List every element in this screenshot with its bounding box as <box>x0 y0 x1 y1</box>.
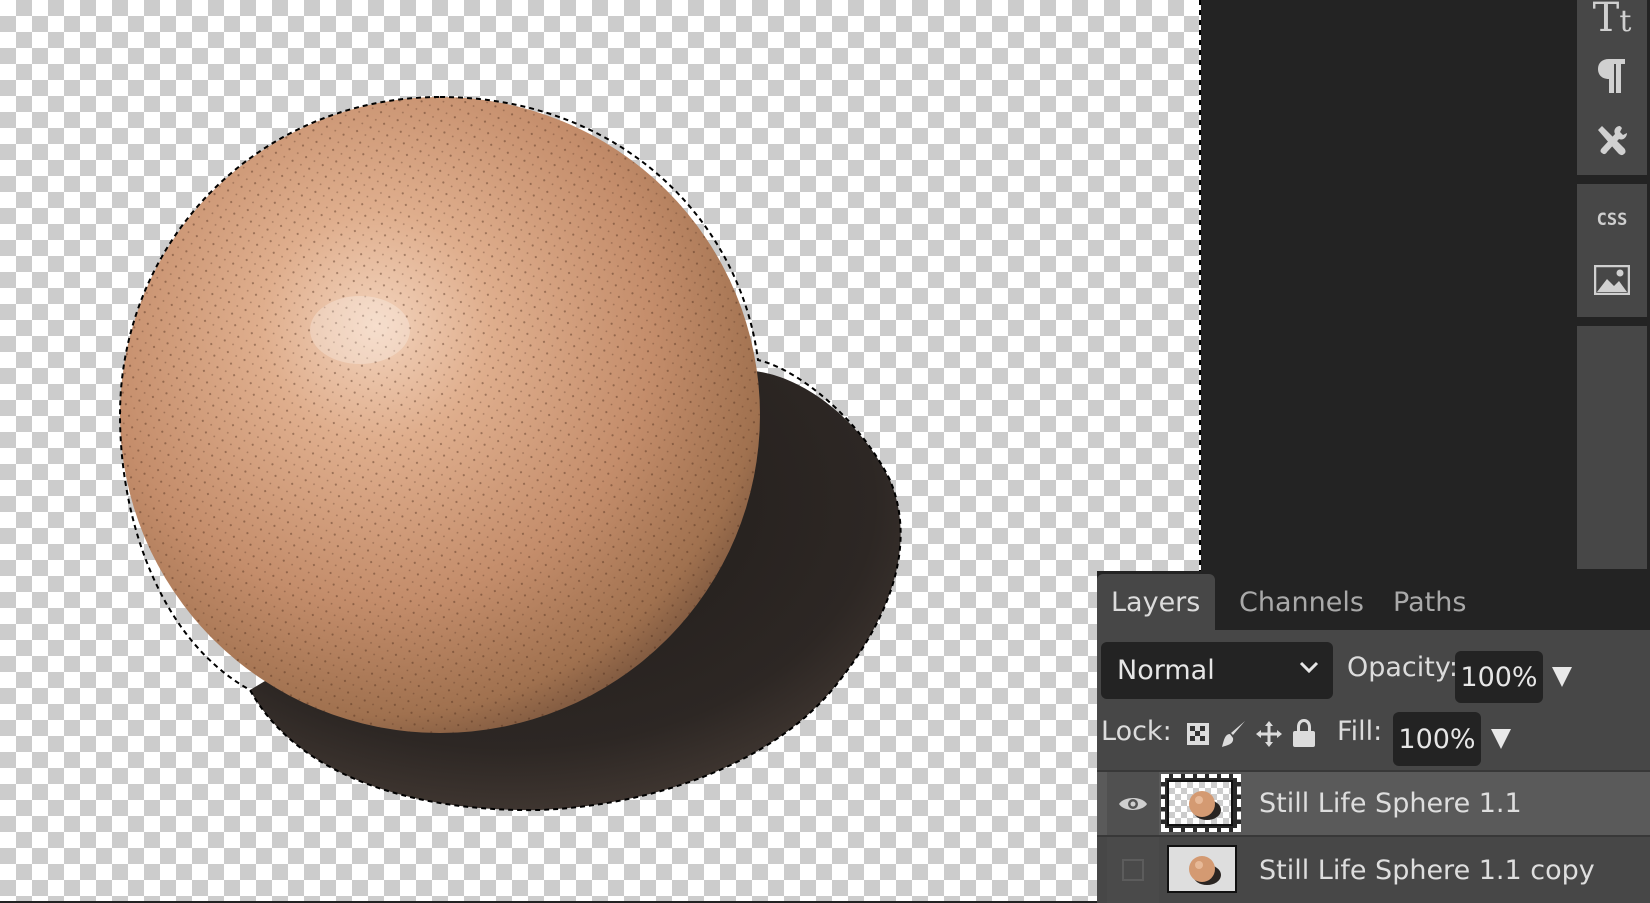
tools-button[interactable] <box>1577 110 1647 170</box>
text-size-icon: Tt <box>1592 0 1632 41</box>
chevron-down-icon <box>1299 661 1319 674</box>
lock-all-icon[interactable] <box>1292 718 1316 748</box>
sphere-thumbnail-icon <box>1189 791 1221 820</box>
blend-mode-value: Normal <box>1117 655 1215 686</box>
opacity-input[interactable]: 100% <box>1455 651 1543 703</box>
panel-tabs: Layers Channels Paths <box>1097 571 1650 630</box>
tab-channels[interactable]: Channels <box>1225 574 1378 630</box>
css-button[interactable]: CSS <box>1577 190 1647 250</box>
visibility-toggle[interactable] <box>1107 837 1159 903</box>
canvas-artwork <box>118 95 902 812</box>
right-toolbar: Tt CSS <box>1577 0 1647 571</box>
layer-name[interactable]: Still Life Sphere 1.1 <box>1259 772 1522 835</box>
layer-thumbnail[interactable] <box>1167 780 1233 826</box>
opacity-label: Opacity: <box>1347 652 1458 683</box>
hidden-checkbox-icon <box>1122 859 1144 881</box>
sphere-thumbnail-icon <box>1169 847 1235 891</box>
fill-label: Fill: <box>1337 716 1383 747</box>
toolbar-group-empty <box>1577 326 1647 569</box>
opacity-dropdown-arrow[interactable] <box>1552 667 1572 687</box>
lock-transparency-icon[interactable] <box>1186 722 1210 746</box>
visibility-toggle[interactable] <box>1107 772 1159 835</box>
lock-move-icon[interactable] <box>1255 720 1283 748</box>
tools-icon <box>1598 126 1627 156</box>
layer-row[interactable]: Still Life Sphere 1.1 <box>1097 770 1650 835</box>
layers-panel: Layers Channels Paths Normal Opacity: 10… <box>1097 571 1650 903</box>
toolbar-group-text: Tt <box>1577 0 1647 175</box>
image-canvas[interactable] <box>0 0 1201 901</box>
layer-row[interactable]: Still Life Sphere 1.1 copy <box>1097 835 1650 903</box>
lock-paint-icon[interactable] <box>1221 720 1247 748</box>
text-size-button[interactable]: Tt <box>1577 0 1647 48</box>
fill-dropdown-arrow[interactable] <box>1491 729 1511 749</box>
layer-thumbnail[interactable] <box>1167 845 1237 893</box>
tab-layers[interactable]: Layers <box>1097 574 1215 630</box>
layer-options: Normal Opacity: 100% Lock: Fill: 100% <box>1097 630 1650 770</box>
paragraph-icon <box>1598 59 1625 93</box>
tab-paths[interactable]: Paths <box>1379 574 1480 630</box>
toolbar-group-assets: CSS <box>1577 184 1647 317</box>
workspace-background <box>1201 0 1577 571</box>
blend-mode-select[interactable]: Normal <box>1101 642 1333 699</box>
image-icon <box>1594 265 1630 295</box>
image-button[interactable] <box>1577 250 1647 310</box>
lock-label: Lock: <box>1101 716 1172 747</box>
fill-input[interactable]: 100% <box>1393 712 1481 766</box>
layer-name[interactable]: Still Life Sphere 1.1 copy <box>1259 837 1595 903</box>
paragraph-button[interactable] <box>1577 46 1647 106</box>
eye-icon <box>1119 797 1147 810</box>
css-icon: CSS <box>1596 210 1628 230</box>
